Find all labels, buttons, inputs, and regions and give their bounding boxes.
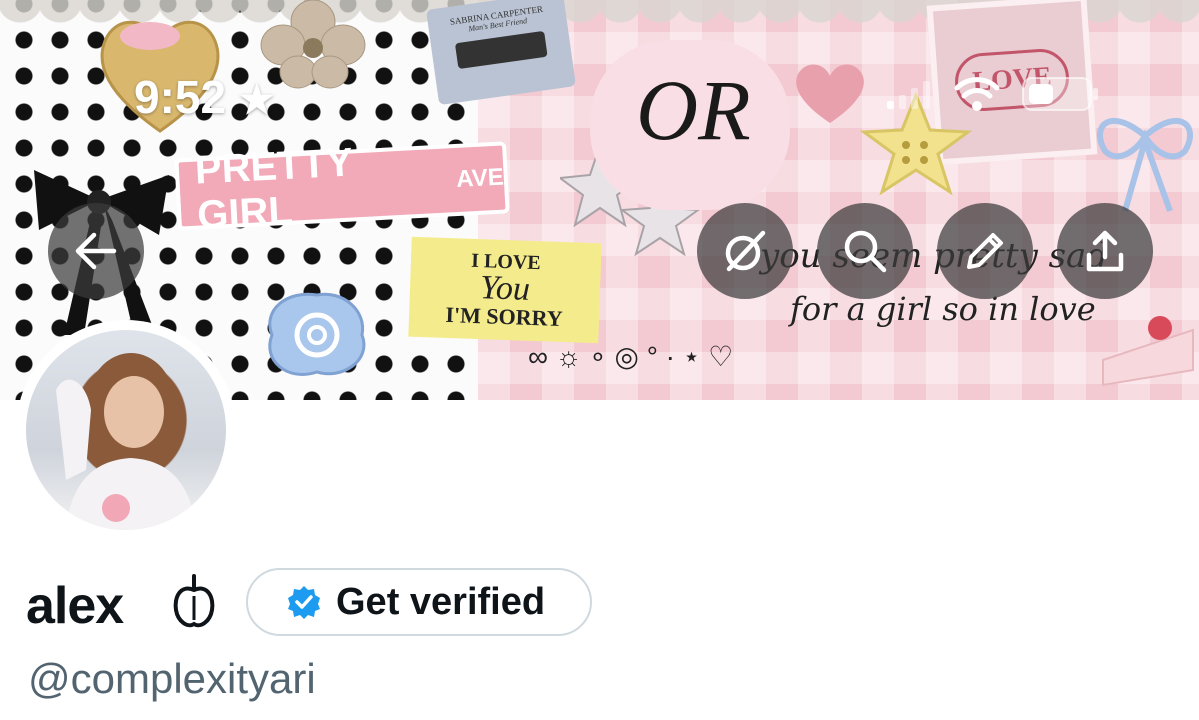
blue-ribbon-image bbox=[1097, 117, 1193, 213]
display-name: alex bbox=[26, 577, 124, 635]
monogram-text: OR bbox=[636, 62, 751, 158]
star-icon: ★ bbox=[238, 78, 275, 122]
search-icon bbox=[844, 230, 887, 273]
street-sign-suffix: AVE bbox=[455, 163, 505, 193]
share-icon bbox=[1086, 230, 1124, 272]
back-arrow-icon bbox=[75, 232, 117, 270]
search-button[interactable] bbox=[817, 203, 913, 299]
battery-icon bbox=[1022, 77, 1098, 111]
doodle-symbols: ∞ ☼ ∘ ◎ ° · ⋆ ♡ bbox=[528, 341, 734, 372]
street-sign-text: PRETTY GIRL bbox=[193, 140, 354, 238]
wifi-icon bbox=[954, 77, 1000, 111]
avatar-portrait bbox=[56, 353, 196, 530]
signal-icon bbox=[887, 81, 930, 109]
cake-image bbox=[1102, 316, 1194, 387]
sticker-line-3: I'M SORRY bbox=[445, 301, 564, 332]
avatar-photo bbox=[26, 330, 226, 530]
lyric-line-2: for a girl so in love bbox=[790, 290, 1096, 328]
edit-pencil-icon bbox=[967, 233, 1003, 269]
profile-avatar[interactable] bbox=[16, 320, 236, 540]
grok-button[interactable] bbox=[697, 203, 793, 299]
back-button[interactable] bbox=[48, 203, 144, 299]
sticker-line-2: You bbox=[479, 269, 531, 308]
status-bar-right bbox=[885, 74, 1101, 114]
get-verified-button[interactable]: Get verified bbox=[246, 568, 592, 636]
grok-icon bbox=[725, 230, 766, 272]
edit-button[interactable] bbox=[937, 203, 1033, 299]
status-bar-time: 9:52 ★ bbox=[134, 70, 275, 124]
user-handle: @complexityari bbox=[28, 655, 316, 702]
verified-badge-icon bbox=[288, 586, 320, 619]
swirl-sticker-image bbox=[268, 292, 366, 376]
status-time-text: 9:52 bbox=[134, 71, 227, 123]
get-verified-label: Get verified bbox=[336, 580, 546, 623]
apple-emoji-icon bbox=[173, 574, 215, 628]
share-button[interactable] bbox=[1057, 203, 1153, 299]
lyric-line-1: you seem pretty sad bbox=[760, 236, 1109, 276]
